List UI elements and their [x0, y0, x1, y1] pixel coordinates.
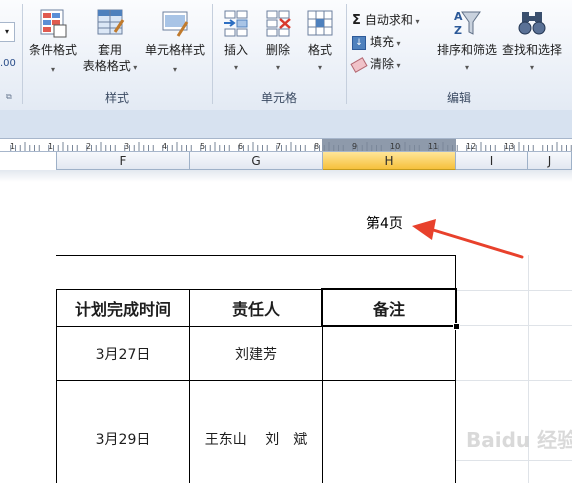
cells-group-label: 单元格: [260, 91, 297, 105]
horizontal-ruler[interactable]: 1 1 2 3 4 5 6 7 8 9 10 11 12 13: [0, 138, 572, 152]
header-shadow: [0, 170, 572, 182]
clear-button[interactable]: 清除 ▾: [350, 55, 401, 73]
insert-cells-icon: [224, 10, 248, 37]
cell-styles-label: 单元格样式: [144, 43, 205, 57]
column-header-j[interactable]: J: [528, 152, 572, 170]
fill-down-icon: ↓: [352, 35, 366, 50]
watermark-text: Baidu 经验: [466, 428, 572, 452]
ruler-label: 2: [86, 142, 91, 151]
clear-label: 清除: [370, 57, 395, 71]
ruler-label: 4: [162, 142, 167, 151]
styles-group-label: 样式: [104, 91, 129, 105]
autosum-label: 自动求和: [364, 13, 413, 27]
table-cell[interactable]: 3月29日: [57, 381, 189, 496]
ruler-label: 11: [428, 142, 438, 151]
table-cell[interactable]: [323, 381, 455, 496]
fill-button[interactable]: ↓ 填充 ▾: [352, 33, 401, 51]
ruler-label: 9: [352, 142, 357, 151]
table-cell[interactable]: [323, 327, 455, 380]
format-label: 格式: [307, 43, 332, 57]
gridline: [456, 460, 572, 461]
ruler-ticks: 1 1 2 3 4 5 6 7 8 9 10 11 12 13: [10, 142, 572, 151]
ruler-label: 8: [314, 142, 319, 151]
ruler-label: 13: [504, 142, 514, 151]
ruler-label: 7: [276, 142, 281, 151]
active-cell[interactable]: 备注: [321, 288, 457, 327]
ribbon: ▾ .00 ⧉ 条件格式 ▾ 套用 表格格式 ▾ 单元格样式 ▾ 样式 插入 ▾…: [0, 0, 572, 111]
find-select-button[interactable]: 查找和选择 ▾: [500, 8, 564, 76]
table-cell[interactable]: 刘建芳: [190, 327, 322, 380]
fill-label: 填充: [370, 35, 395, 49]
sort-filter-label: 排序和筛选: [436, 43, 497, 57]
decimal-icon[interactable]: .00: [0, 58, 16, 69]
conditional-format-icon: [40, 9, 67, 38]
find-select-label: 查找和选择: [501, 43, 562, 57]
svg-text:Z: Z: [454, 24, 462, 37]
column-header-h[interactable]: H: [323, 152, 456, 170]
ruler-label: 1: [10, 142, 15, 151]
page-number-label: 第4页: [366, 216, 403, 232]
conditional-format-label: 条件格式: [28, 43, 77, 57]
table-format-label-1: 套用: [97, 43, 122, 57]
cell-styles-button[interactable]: 单元格样式 ▾: [142, 8, 208, 78]
sigma-icon: Σ: [352, 12, 361, 28]
ruler-label: 6: [238, 142, 243, 151]
table-header-cell[interactable]: 计划完成时间: [57, 290, 189, 326]
table-cell[interactable]: 3月27日: [57, 327, 189, 380]
gridline: [456, 380, 572, 381]
editing-group-label: 编辑: [446, 91, 471, 105]
conditional-format-button[interactable]: 条件格式 ▾: [26, 8, 80, 78]
number-format-dropdown[interactable]: ▾: [0, 22, 15, 42]
sort-filter-icon: A Z: [454, 10, 481, 37]
binoculars-icon: [518, 12, 546, 35]
ruler-label: 5: [200, 142, 205, 151]
column-header-f[interactable]: F: [56, 152, 190, 170]
ruler-label: 10: [390, 142, 400, 151]
delete-label: 删除: [265, 43, 290, 57]
cell-styles-icon: [162, 11, 189, 37]
dialog-launcher-icon[interactable]: ⧉: [6, 92, 12, 102]
table-format-icon: [97, 9, 125, 35]
delete-button[interactable]: 删除 ▾: [258, 8, 298, 76]
baidu-watermark-logo: Baidu 经验: [466, 424, 572, 453]
delete-cells-icon: [266, 10, 291, 37]
page-top-border: [56, 255, 456, 256]
ruler-label: 12: [466, 142, 476, 151]
column-header-i[interactable]: I: [456, 152, 528, 170]
table-format-button[interactable]: 套用 表格格式 ▾: [80, 8, 140, 76]
insert-button[interactable]: 插入 ▾: [216, 8, 256, 76]
table-format-label-2: 表格格式: [82, 59, 131, 73]
table-header-cell[interactable]: 责任人: [190, 290, 322, 326]
sort-filter-button[interactable]: A Z 排序和筛选 ▾: [436, 8, 498, 76]
column-header-g[interactable]: G: [190, 152, 323, 170]
ruler-label: 3: [124, 142, 129, 151]
autosum-button[interactable]: Σ 自动求和 ▾: [352, 11, 419, 29]
eraser-icon: [350, 56, 368, 73]
gridline: [456, 290, 572, 291]
ruler-label: 1: [48, 142, 53, 151]
insert-label: 插入: [223, 43, 248, 57]
table-cell[interactable]: 王东山 刘 斌: [190, 381, 322, 496]
gridline: [456, 325, 572, 326]
format-button[interactable]: 格式 ▾: [302, 8, 338, 76]
format-cells-icon: [307, 10, 333, 36]
